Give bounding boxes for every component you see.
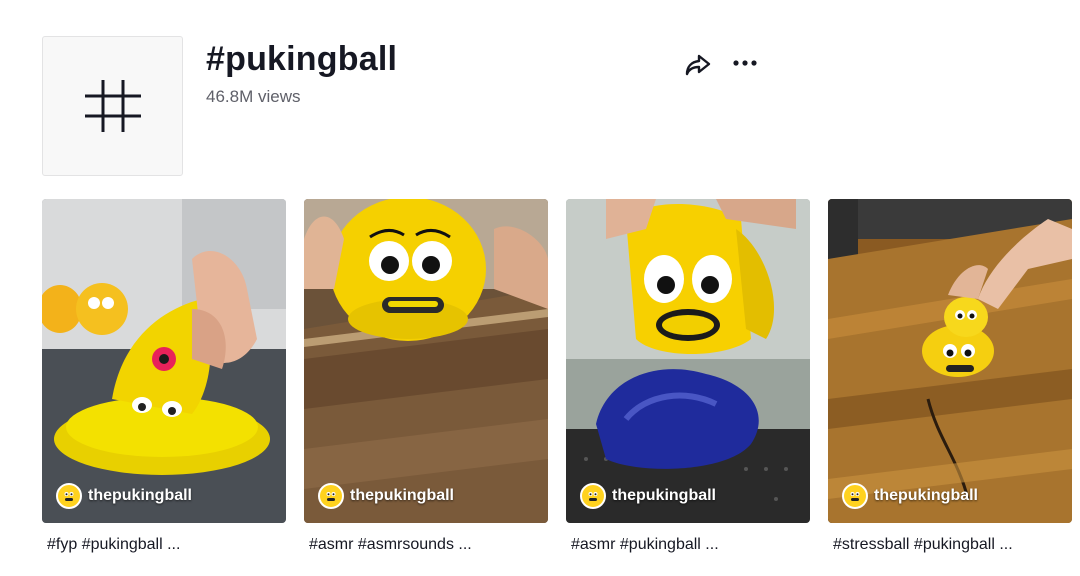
video-thumbnail-image: [828, 199, 1072, 523]
video-author[interactable]: thepukingball: [842, 483, 978, 509]
more-options-button[interactable]: [730, 50, 760, 76]
video-thumbnail[interactable]: thepukingball: [304, 199, 548, 523]
puking-face-icon: [326, 492, 336, 501]
video-thumbnail-image: [566, 199, 810, 523]
video-caption[interactable]: #fyp #pukingball ...: [42, 536, 286, 554]
video-thumbnail-image: [304, 199, 548, 523]
video-thumbnail[interactable]: thepukingball: [42, 199, 286, 523]
puking-face-icon: [64, 492, 74, 501]
video-card[interactable]: thepukingball #asmr #asmrsounds ...: [304, 199, 548, 554]
video-grid: thepukingball #fyp #pukingball ... thepu…: [42, 199, 1072, 559]
share-arrow-icon: [685, 54, 711, 76]
video-card[interactable]: thepukingball #fyp #pukingball ...: [42, 199, 286, 554]
hashtag-icon: [84, 80, 141, 132]
author-avatar: [56, 483, 82, 509]
author-avatar: [842, 483, 868, 509]
video-caption[interactable]: #asmr #pukingball ...: [566, 536, 810, 554]
video-card[interactable]: thepukingball #stressball #pukingball ..…: [828, 199, 1072, 554]
video-card[interactable]: thepukingball #asmr #pukingball ...: [566, 199, 810, 554]
author-avatar: [580, 483, 606, 509]
video-thumbnail-image: [42, 199, 286, 523]
video-author[interactable]: thepukingball: [580, 483, 716, 509]
video-author[interactable]: thepukingball: [318, 483, 454, 509]
video-thumbnail[interactable]: thepukingball: [828, 199, 1072, 523]
view-count: 46.8M views: [206, 87, 301, 106]
author-name: thepukingball: [874, 487, 978, 504]
author-name: thepukingball: [612, 487, 716, 504]
puking-face-icon: [588, 492, 598, 501]
video-caption[interactable]: #stressball #pukingball ...: [828, 536, 1072, 554]
author-avatar: [318, 483, 344, 509]
author-name: thepukingball: [88, 487, 192, 504]
share-button[interactable]: [683, 50, 713, 80]
page-title: #pukingball: [206, 40, 398, 78]
author-name: thepukingball: [350, 487, 454, 504]
video-caption[interactable]: #asmr #asmrsounds ...: [304, 536, 548, 554]
puking-face-icon: [850, 492, 860, 501]
video-thumbnail[interactable]: thepukingball: [566, 199, 810, 523]
video-author[interactable]: thepukingball: [56, 483, 192, 509]
ellipsis-icon: [733, 60, 757, 66]
hashtag-icon-box: [42, 36, 183, 176]
